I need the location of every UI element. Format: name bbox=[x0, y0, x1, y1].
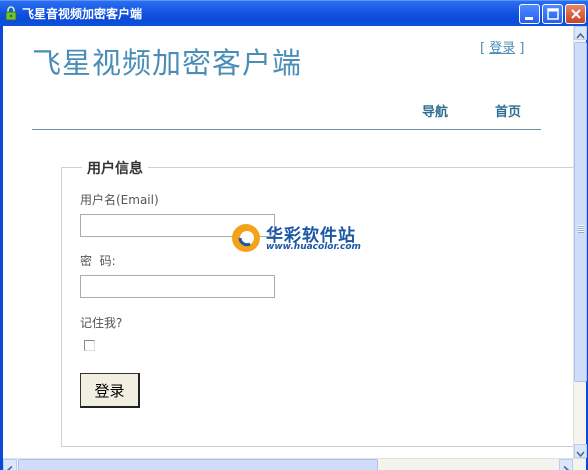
fieldset-legend: 用户信息 bbox=[82, 158, 148, 178]
vertical-scrollbar[interactable] bbox=[573, 26, 587, 458]
bracket-close: ] bbox=[519, 41, 525, 56]
nav-item-home[interactable]: 首页 bbox=[495, 101, 521, 120]
remember-me-label: 记住我? bbox=[80, 316, 123, 330]
login-link[interactable]: 登录 bbox=[489, 41, 515, 56]
scroll-right-icon bbox=[563, 465, 570, 470]
app-lock-icon bbox=[5, 6, 17, 21]
remember-me-checkbox[interactable] bbox=[84, 340, 95, 351]
close-icon bbox=[571, 9, 581, 19]
scroll-right-button[interactable] bbox=[559, 459, 573, 470]
scroll-up-button[interactable] bbox=[574, 26, 587, 40]
horizontal-scrollbar[interactable] bbox=[3, 458, 586, 470]
scroll-left-icon bbox=[6, 465, 13, 470]
scroll-left-button[interactable] bbox=[3, 459, 17, 470]
window-title: 飞星音视频加密客户端 bbox=[22, 7, 143, 21]
vertical-scroll-thumb[interactable] bbox=[574, 42, 587, 382]
maximize-button[interactable] bbox=[542, 4, 563, 24]
bracket-open: [ bbox=[480, 41, 486, 56]
minimize-button[interactable] bbox=[519, 4, 540, 24]
password-input[interactable] bbox=[80, 275, 275, 298]
window-frame-left bbox=[0, 26, 3, 470]
login-link-group: [ 登录 ] bbox=[480, 37, 524, 56]
username-label: 用户名(Email) bbox=[80, 193, 159, 207]
scroll-up-icon bbox=[576, 32, 585, 39]
nav-item-guide[interactable]: 导航 bbox=[422, 101, 448, 120]
maximize-icon bbox=[547, 8, 559, 20]
window-title-bar[interactable]: 飞星音视频加密客户端 bbox=[0, 0, 588, 26]
watermark-url: www.huacolor.com bbox=[266, 242, 361, 252]
close-button[interactable] bbox=[565, 4, 586, 24]
header-divider bbox=[32, 129, 541, 130]
password-label: 密 码: bbox=[80, 254, 116, 268]
scroll-grip-icon bbox=[578, 225, 584, 233]
site-title: 飞星视频加密客户端 bbox=[32, 46, 303, 80]
horizontal-scroll-thumb[interactable] bbox=[18, 459, 378, 470]
minimize-icon bbox=[525, 17, 533, 20]
login-submit-button[interactable]: 登录 bbox=[80, 373, 140, 408]
scroll-down-button[interactable] bbox=[574, 444, 587, 458]
